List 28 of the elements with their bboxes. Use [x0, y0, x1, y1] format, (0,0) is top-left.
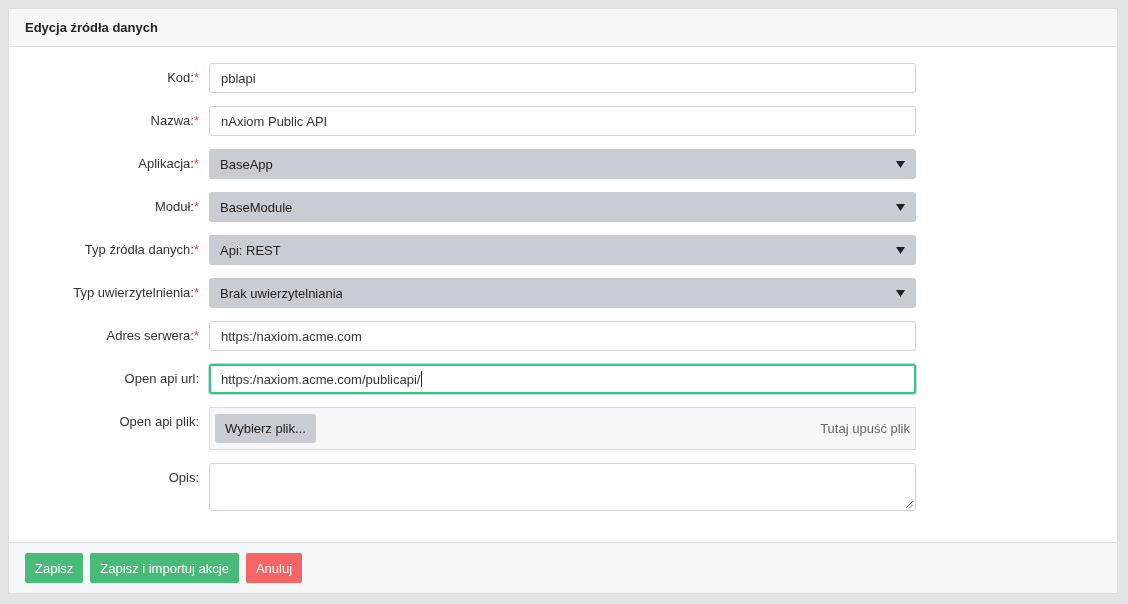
text-input[interactable]: https:/naxiom.acme.com/publicapi/: [209, 364, 916, 394]
panel-title: Edycja źródła danych: [25, 20, 158, 35]
field-label: Opis:: [168, 469, 199, 485]
field-label: Nazwa:*: [150, 112, 199, 128]
field-label: Moduł:*: [154, 198, 199, 214]
textarea-field[interactable]: [209, 463, 916, 511]
choose-file-button[interactable]: Wybierz plik...: [215, 414, 316, 443]
resize-grip-icon: [906, 501, 913, 508]
field-label: Open api plik:: [119, 413, 199, 429]
drop-hint: Tutaj upuść plik: [820, 421, 910, 436]
field-label: Kod:*: [167, 69, 199, 85]
field-label: Aplikacja:*: [138, 155, 199, 171]
select-dropdown[interactable]: Api: REST: [209, 235, 916, 265]
text-input[interactable]: https:/naxiom.acme.com: [209, 321, 916, 351]
caret-down-icon: [896, 289, 905, 297]
select-dropdown[interactable]: BaseApp: [209, 149, 916, 179]
select-dropdown[interactable]: Brak uwierzytelniania: [209, 278, 916, 308]
text-input[interactable]: pblapi: [209, 63, 916, 93]
field-label: Typ uwierzytelnienia:*: [73, 284, 199, 300]
file-drop-field[interactable]: Wybierz plik... Tutaj upuść plik: [209, 407, 916, 450]
caret-down-icon: [896, 203, 905, 211]
caret-down-icon: [896, 246, 905, 254]
field-label: Open api url:: [124, 370, 199, 386]
select-dropdown[interactable]: BaseModule: [209, 192, 916, 222]
field-label: Adres serwera:*: [106, 327, 199, 343]
text-input[interactable]: nAxiom Public API: [209, 106, 916, 136]
field-label: Typ źródła danych:*: [84, 241, 199, 257]
caret-down-icon: [896, 160, 905, 168]
